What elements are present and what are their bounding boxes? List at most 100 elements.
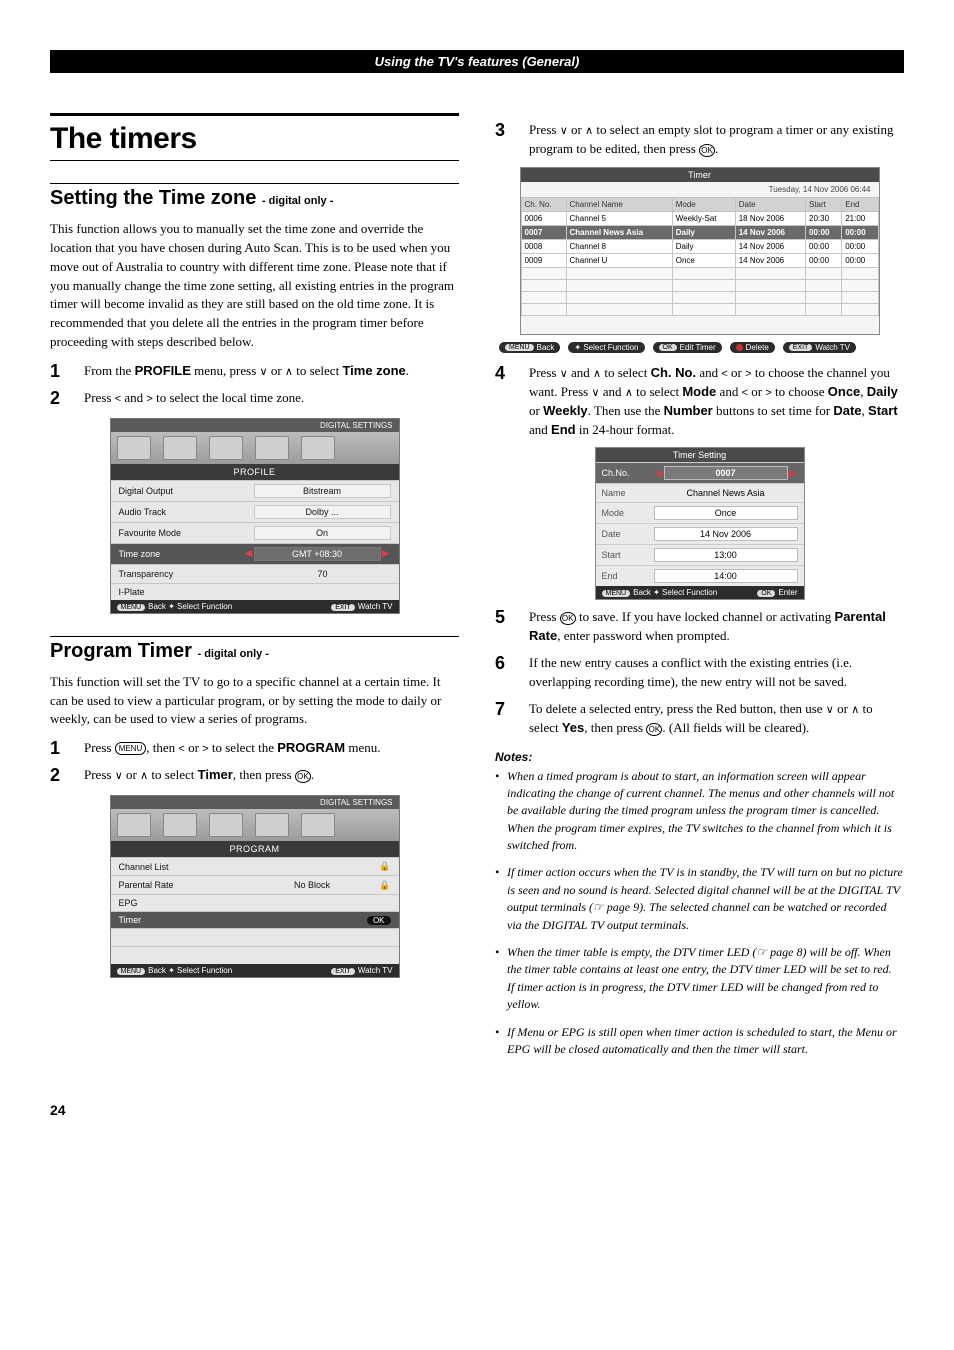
t: to select	[293, 363, 342, 378]
tab-icon	[301, 813, 335, 837]
t: and	[696, 365, 721, 380]
t: buttons to set time for	[713, 403, 834, 418]
osd-value: GMT +08:30	[254, 547, 381, 561]
foot-delete: Delete	[730, 342, 775, 353]
ok-button-icon: OK	[699, 144, 715, 157]
setting-head: Timer Setting	[596, 448, 804, 462]
tab-icon	[209, 813, 243, 837]
step-2: 2 Press < and > to select the local time…	[50, 389, 459, 408]
t: , then	[146, 740, 178, 755]
t: to select	[601, 365, 650, 380]
t: or	[123, 767, 140, 782]
step-num: 1	[50, 362, 68, 381]
t: PROFILE	[135, 363, 191, 378]
arrow-left-icon: ◀	[244, 548, 254, 559]
setting-value: Once	[654, 506, 798, 520]
td: Channel 5	[566, 211, 672, 225]
table-row: 0009Channel UOnce14 Nov 200600:0000:00	[521, 253, 878, 267]
table-row-empty	[521, 291, 878, 303]
section-time-zone-sub: - digital only -	[262, 195, 334, 207]
setting-value: 14 Nov 2006	[654, 527, 798, 541]
timer-table-footer: MENUBack ✦ Select Function OKEdit Timer …	[495, 339, 904, 356]
section-time-zone-heading: Setting the Time zone - digital only -	[50, 183, 459, 210]
step-num: 5	[495, 608, 513, 646]
th: Mode	[672, 197, 735, 211]
t: to select	[148, 767, 197, 782]
timer-table-panel: Timer Tuesday, 14 Nov 2006 06:44 Ch. No.…	[520, 167, 880, 335]
t: Timer	[198, 767, 233, 782]
osd-foot-text: Watch TV	[358, 602, 393, 611]
osd-digital-label: DIGITAL SETTINGS	[111, 419, 399, 432]
step-text: Press ∨ or ∧ to select an empty slot to …	[529, 121, 904, 159]
osd-value: No Block	[248, 879, 377, 891]
down-icon: ∨	[115, 769, 123, 785]
osd-row: Favourite ModeOn	[111, 522, 399, 543]
osd-value: Bitstream	[254, 484, 391, 498]
step-text: Press OK to save. If you have locked cha…	[529, 608, 904, 646]
osd-footer: MENUBack ✦ Select Function EXITWatch TV	[111, 964, 399, 977]
t: Yes	[562, 720, 584, 735]
osd-label: Time zone	[119, 549, 244, 559]
setting-label: Ch.No.	[602, 468, 654, 478]
t: menu, press	[191, 363, 260, 378]
th: End	[842, 197, 878, 211]
setting-label: End	[602, 571, 654, 581]
t: ✦ Select Function	[574, 343, 638, 352]
t: Once	[828, 384, 861, 399]
osd-foot-text: Back ✦ Select Function	[148, 602, 232, 611]
osd-row: Parental RateNo Block🔒	[111, 875, 399, 894]
exit-btn-icon: EXIT	[789, 344, 813, 351]
osd-row-empty	[111, 946, 399, 964]
osd-label: EPG	[119, 898, 391, 908]
t: Mode	[682, 384, 716, 399]
setting-label: Start	[602, 550, 654, 560]
tab-icon	[301, 436, 335, 460]
t: or	[529, 403, 543, 418]
osd-row-empty	[111, 928, 399, 946]
step-num: 3	[495, 121, 513, 159]
step-num: 2	[50, 766, 68, 785]
menu-button-icon: MENU	[115, 742, 147, 755]
arrow-left-icon: ◀	[654, 468, 664, 479]
section-time-zone-title: Setting the Time zone	[50, 187, 262, 209]
tab-icon	[163, 436, 197, 460]
td: Channel 8	[566, 239, 672, 253]
td: Daily	[672, 239, 735, 253]
t: menu.	[345, 740, 380, 755]
t: Press	[84, 390, 115, 405]
header-bar: Using the TV's features (General)	[50, 50, 904, 73]
arrow-right-icon: ▶	[788, 468, 798, 479]
timer-setting-panel: Timer Setting Ch.No.◀0007▶ NameChannel N…	[595, 447, 805, 600]
t: Enter	[778, 588, 797, 597]
t: Delete	[746, 343, 769, 352]
lock-icon: 🔒	[377, 880, 391, 891]
t: and	[716, 384, 741, 399]
tab-icon	[255, 813, 289, 837]
osd-foot-text: Watch TV	[358, 966, 393, 975]
td: 21:00	[842, 211, 878, 225]
step-1: 1 Press MENU, then < or > to select the …	[50, 739, 459, 758]
td: 0006	[521, 211, 566, 225]
t: to select the	[209, 740, 278, 755]
timer-table-head: Timer	[521, 168, 879, 182]
td: 0009	[521, 253, 566, 267]
up-icon: ∧	[585, 124, 593, 140]
osd-footer: MENUBack ✦ Select Function EXITWatch TV	[111, 600, 399, 613]
t: or	[268, 363, 285, 378]
t: . Then use the	[588, 403, 664, 418]
menu-btn-icon: MENU	[602, 590, 631, 597]
menu-btn-icon: MENU	[117, 968, 146, 975]
step-text: Press MENU, then < or > to select the PR…	[84, 739, 459, 758]
tab-icon	[163, 813, 197, 837]
step-text: Press ∨ and ∧ to select Ch. No. and < or…	[529, 364, 904, 440]
td: 18 Nov 2006	[735, 211, 805, 225]
t: , enter password when prompted.	[557, 628, 730, 643]
up-icon: ∧	[140, 769, 148, 785]
td: 0007	[521, 225, 566, 239]
t: or	[748, 384, 765, 399]
t: Back ✦ Select Function	[633, 588, 717, 597]
step-text: If the new entry causes a conflict with …	[529, 654, 904, 692]
td: 00:00	[806, 225, 842, 239]
td: 00:00	[842, 239, 878, 253]
td: 00:00	[806, 253, 842, 267]
